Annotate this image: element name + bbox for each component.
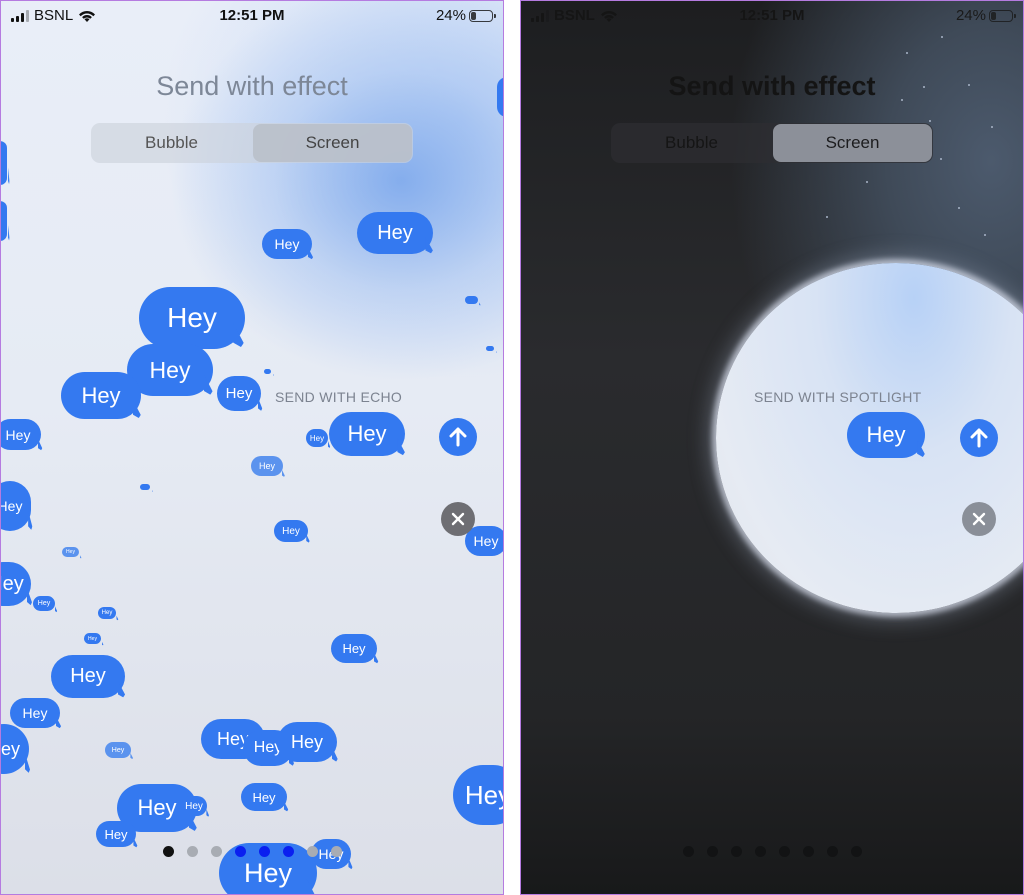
page-dot[interactable] [330, 846, 342, 857]
arrow-up-icon [970, 428, 988, 448]
effect-name-label: SEND WITH SPOTLIGHT [754, 389, 922, 405]
tab-bubble[interactable]: Bubble [92, 124, 251, 162]
battery-group: 24% [435, 7, 496, 24]
echo-bubble: Hey [84, 633, 101, 644]
page-dot[interactable] [258, 846, 270, 857]
echo-bubble: Hey [251, 456, 283, 476]
echo-bubble [486, 346, 494, 351]
status-bar: BSNL 12:51 PM 24% [521, 1, 1023, 31]
battery-group: 24% [955, 7, 1016, 24]
page-dot[interactable] [682, 846, 694, 857]
echo-bubble: Hey [1, 724, 29, 774]
clock: 12:51 PM [219, 7, 285, 24]
echo-bubble: Hey [62, 547, 79, 557]
echo-bubble: Hey [241, 783, 287, 811]
echo-bubble: Hey [33, 596, 55, 611]
page-title: Send with effect [668, 71, 876, 101]
battery-percent: 24% [435, 7, 466, 24]
echo-bubble: Hey [453, 765, 503, 825]
page-dot[interactable] [282, 846, 294, 857]
echo-bubble: Hey [139, 287, 245, 349]
echo-bubble [140, 484, 150, 490]
effect-page-indicator[interactable] [1, 846, 503, 857]
close-button[interactable] [441, 502, 475, 536]
echo-bubble: Hey [262, 229, 312, 259]
close-icon [451, 512, 465, 526]
tab-bubble[interactable]: Bubble [612, 124, 771, 162]
page-dot[interactable] [210, 846, 222, 857]
page-dot[interactable] [730, 846, 742, 857]
echo-bubble: Hey [1, 562, 31, 606]
page-dot[interactable] [826, 846, 838, 857]
battery-icon [989, 9, 1016, 22]
page-dot[interactable] [754, 846, 766, 857]
page-dot[interactable] [802, 846, 814, 857]
echo-bubble: Hey [1, 481, 31, 531]
echo-bubble: Hey [217, 376, 261, 411]
effect-page-indicator[interactable] [521, 846, 1023, 857]
message-bubble: Hey [329, 412, 405, 456]
page-dot[interactable] [778, 846, 790, 857]
echo-bubble: Hey [277, 722, 337, 762]
spotlight-effect-screen: BSNL 12:51 PM 24% Send with effect Bubbl… [520, 0, 1024, 895]
echo-bubble: Hey [105, 742, 131, 758]
echo-bubble: Hey [181, 796, 207, 816]
clock: 12:51 PM [739, 7, 805, 24]
page-dot[interactable] [706, 846, 718, 857]
page-dot-active[interactable] [162, 846, 174, 857]
battery-percent: 24% [955, 7, 986, 24]
echo-bubble: Hey [10, 698, 60, 728]
effect-type-segmented-control: Bubble Screen [91, 123, 413, 163]
echo-bubble [264, 369, 271, 374]
echo-effect-screen: BSNL 12:51 PM 24% Send with effect Bubbl… [0, 0, 504, 895]
page-dot[interactable] [234, 846, 246, 857]
echo-bubble [1, 141, 7, 185]
close-button[interactable] [962, 502, 996, 536]
status-bar: BSNL 12:51 PM 24% [1, 1, 503, 31]
echo-bubble: Hey [331, 634, 377, 663]
effect-name-label: SEND WITH ECHO [275, 389, 403, 405]
page-title: Send with effect [156, 71, 348, 101]
arrow-up-icon [449, 427, 467, 447]
echo-bubble: Hey [61, 372, 141, 419]
echo-bubble: Hey [306, 429, 328, 447]
page-dot[interactable] [306, 846, 318, 857]
tab-screen[interactable]: Screen [253, 124, 412, 162]
close-icon [972, 512, 986, 526]
send-button[interactable] [439, 418, 477, 456]
echo-bubble: Hey [465, 526, 503, 556]
page-dot[interactable] [186, 846, 198, 857]
tab-screen[interactable]: Screen [773, 124, 932, 162]
effect-type-segmented-control: Bubble Screen [611, 123, 933, 163]
page-dot[interactable] [850, 846, 862, 857]
echo-bubble: Hey [1, 419, 41, 450]
echo-bubble: Hey [96, 821, 136, 847]
echo-bubble [497, 77, 503, 117]
echo-bubble [465, 296, 478, 304]
echo-bubble: Hey [98, 607, 116, 619]
echo-bubble [1, 201, 7, 241]
echo-bubble: Hey [51, 655, 125, 698]
send-button[interactable] [960, 419, 998, 457]
message-bubble: Hey [847, 412, 925, 458]
echo-bubble: Hey [274, 520, 308, 542]
echo-bubble: Hey [357, 212, 433, 254]
battery-icon [469, 9, 496, 22]
